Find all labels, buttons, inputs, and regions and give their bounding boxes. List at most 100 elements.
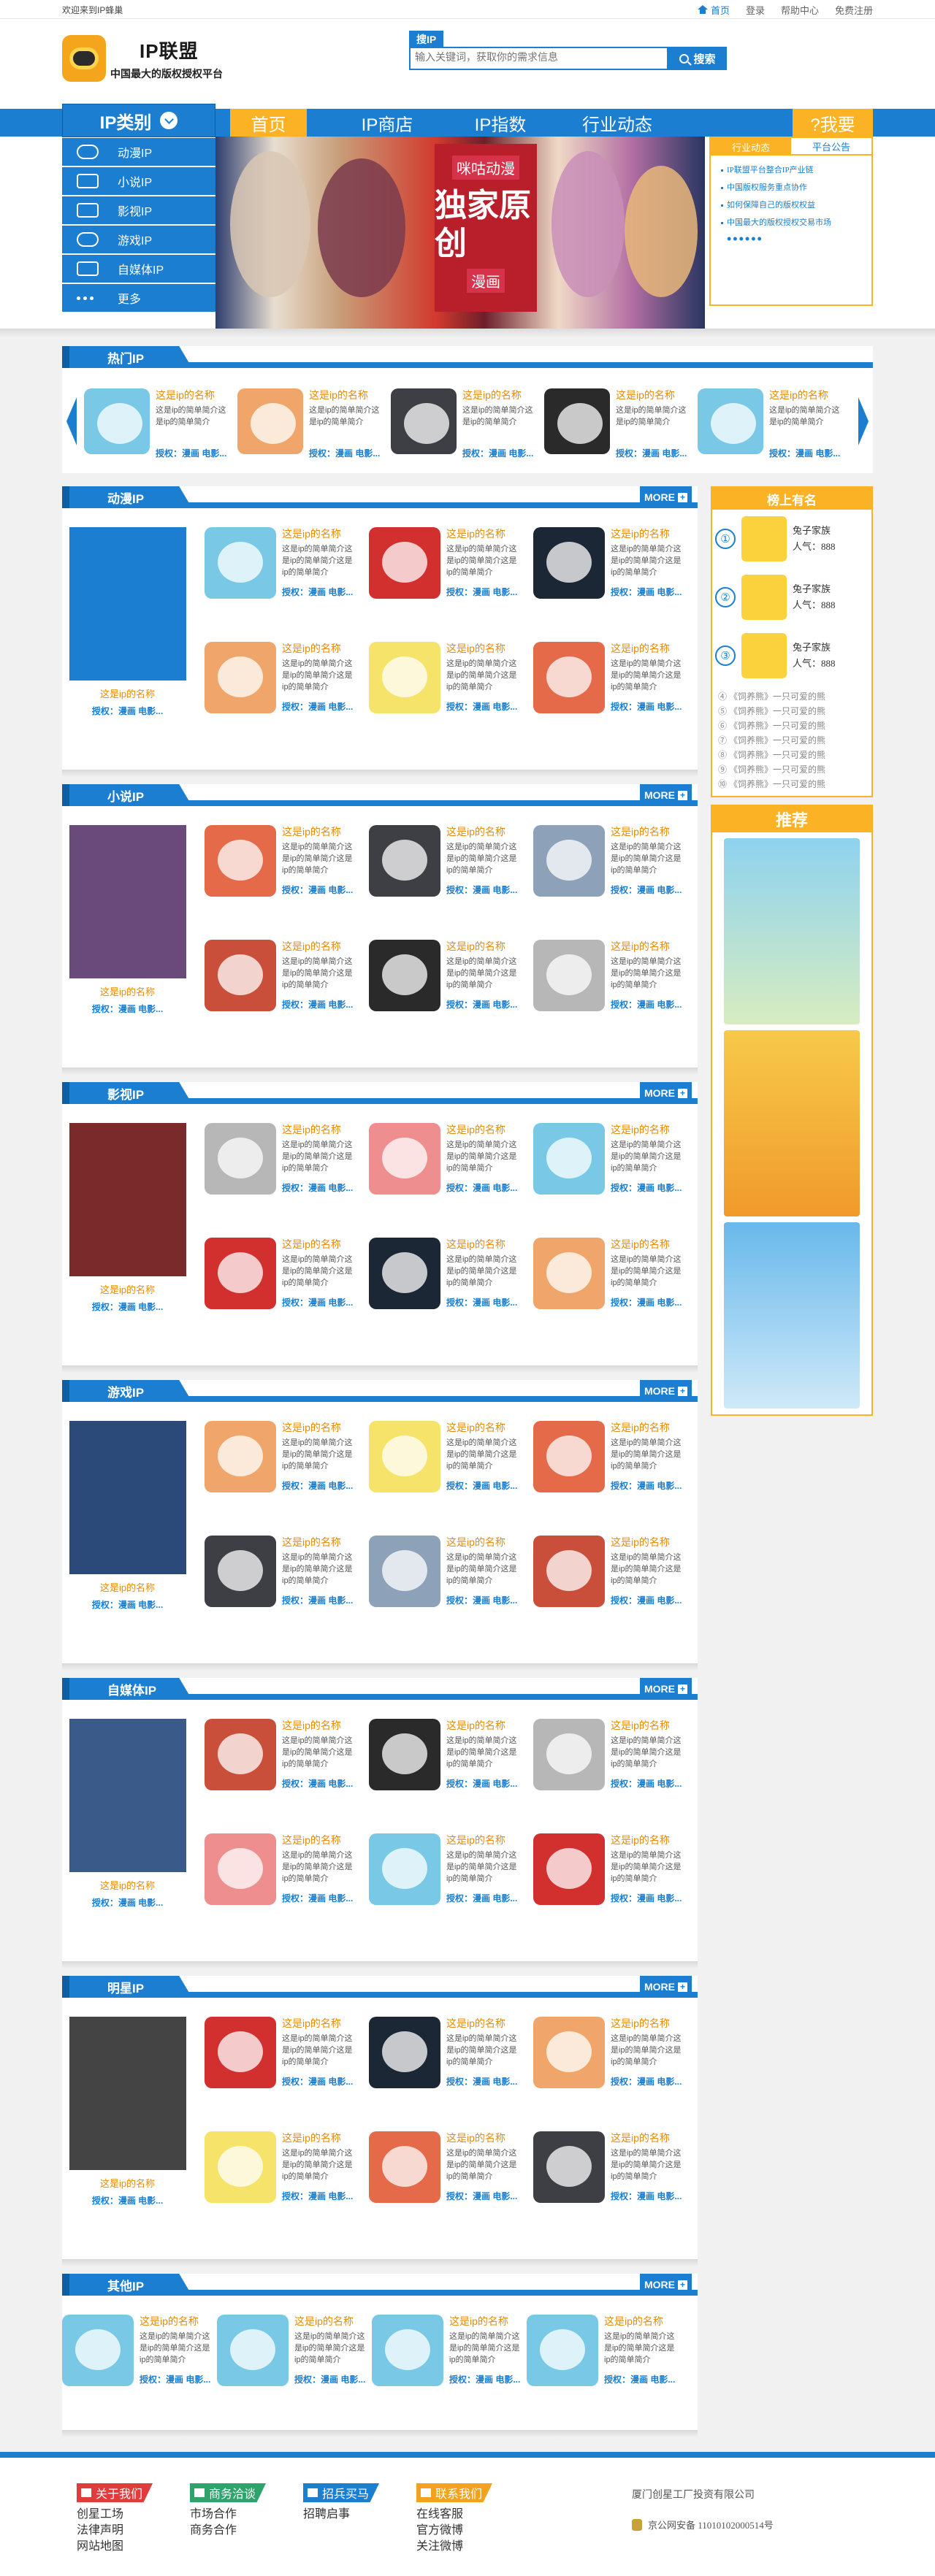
ip-name[interactable]: 这是ip的名称 [282,825,355,838]
ip-thumbnail[interactable] [205,527,276,599]
ip-card[interactable]: 这是ip的名称 这是ip的简单简介这是ip的简单简介这是ip的简单简介 授权：漫画 … [533,2131,698,2246]
featured-ip-name[interactable]: 这是ip的名称 [100,1282,155,1296]
ip-card[interactable]: 这是ip的名称 这是ip的简单简介这是ip的简单简介这是ip的简单简介 授权：漫画 … [205,2131,369,2246]
footer-link[interactable]: 创星工场 [77,2507,153,2523]
more-button[interactable]: MORE + [640,1678,692,1700]
ip-card[interactable]: 这是ip的名称 这是ip的简单简介这是ip的简单简介这是ip的简单简介 授权：漫画 … [369,1421,533,1536]
ip-card[interactable]: 这是ip的名称 这是ip的简单简介这是ip的简单简介 授权：漫画 电影... [391,388,544,459]
ip-name[interactable]: 这是ip的名称 [611,1421,684,1434]
ip-thumbnail[interactable] [533,825,605,897]
rank-small-item[interactable]: ⑤ 《饲养熊》一只可爱的熊 [718,704,866,718]
ip-thumbnail[interactable] [369,940,440,1011]
ip-name[interactable]: 这是ip的名称 [446,1719,519,1732]
ip-card[interactable]: 这是ip的名称 这是ip的简单简介这是ip的简单简介这是ip的简单简介 授权：漫画 … [205,1536,369,1650]
category-media[interactable]: 自媒体IP [62,255,215,283]
ip-thumbnail[interactable] [369,1123,440,1195]
featured-ip[interactable]: 这是ip的名称 授权：漫画 电影... [68,2017,187,2246]
arrow-left-icon[interactable] [66,397,77,445]
recommend-image[interactable] [724,838,860,1024]
search-input[interactable] [409,47,668,70]
featured-ip-image[interactable] [69,1421,186,1574]
ip-thumbnail[interactable] [205,2131,276,2203]
rank-image[interactable] [741,574,787,620]
nav-ip-store[interactable]: IP商店 [332,109,442,137]
footer-link[interactable]: 市场合作 [190,2507,266,2523]
ip-name[interactable]: 这是ip的名称 [611,1719,684,1732]
more-button[interactable]: MORE + [640,1082,692,1104]
ip-card[interactable]: 这是ip的名称 这是ip的简单简介这是ip的简单简介这是ip的简单简介 授权：漫画 … [533,1833,698,1948]
ip-card[interactable]: 这是ip的名称 这是ip的简单简介这是ip的简单简介这是ip的简单简介 授权：漫画 … [369,825,533,940]
news-more-dots[interactable]: •••••• [711,231,871,247]
ip-name[interactable]: 这是ip的名称 [282,1536,355,1549]
nav-industry-news[interactable]: 行业动态 [559,109,676,137]
ip-card[interactable]: 这是ip的名称 这是ip的简单简介这是ip的简单简介这是ip的简单简介 授权：漫画 … [372,2315,527,2417]
featured-ip-name[interactable]: 这是ip的名称 [100,1878,155,1892]
ip-thumbnail[interactable] [369,1833,440,1905]
ip-card[interactable]: 这是ip的名称 这是ip的简单简介这是ip的简单简介这是ip的简单简介 授权：漫画 … [369,2131,533,2246]
rank-small-item[interactable]: ④ 《饲养熊》一只可爱的熊 [718,689,866,704]
news-item[interactable]: 如何保障自己的版权权益 [721,196,866,214]
ip-name[interactable]: 这是ip的名称 [282,1421,355,1434]
ip-thumbnail[interactable] [205,1421,276,1492]
logo[interactable]: IP联盟 中国最大的版权授权平台 [62,35,223,82]
ip-card[interactable]: 这是ip的名称 这是ip的简单简介这是ip的简单简介这是ip的简单简介 授权：漫画 … [533,2017,698,2131]
ip-name[interactable]: 这是ip的名称 [282,1123,355,1136]
ip-thumbnail[interactable] [369,1719,440,1790]
rank-image[interactable] [741,632,787,678]
ip-name[interactable]: 这是ip的名称 [446,527,519,540]
ip-card[interactable]: 这是ip的名称 这是ip的简单简介这是ip的简单简介这是ip的简单简介 授权：漫画 … [369,1238,533,1352]
ip-name[interactable]: 这是ip的名称 [611,940,684,953]
rank-image[interactable] [741,515,787,561]
news-item[interactable]: 中国最大的版权授权交易市场 [721,214,866,231]
ip-thumbnail[interactable] [205,825,276,897]
ip-thumbnail[interactable] [62,2315,134,2386]
search-tab[interactable]: 搜IP [409,31,444,47]
ip-name[interactable]: 这是ip的名称 [282,2131,355,2144]
ip-thumbnail[interactable] [391,388,457,454]
ip-card[interactable]: 这是ip的名称 这是ip的简单简介这是ip的简单简介这是ip的简单简介 授权：漫画 … [205,2017,369,2131]
ip-name[interactable]: 这是ip的名称 [282,940,355,953]
news-item[interactable]: 中国版权服务重点协作 [721,179,866,196]
more-button[interactable]: MORE + [640,784,692,806]
footer-link[interactable]: 在线客服 [416,2507,492,2523]
recommend-image[interactable] [724,1222,860,1408]
ip-name[interactable]: 这是ip的名称 [611,1238,684,1251]
category-dropdown[interactable]: IP类别 [62,104,215,137]
more-button[interactable]: MORE + [640,2274,692,2296]
category-novel[interactable]: 小说IP [62,167,215,195]
featured-ip[interactable]: 这是ip的名称 授权：漫画 电影... [68,1123,187,1352]
footer-link[interactable]: 招聘启事 [303,2507,379,2523]
ip-thumbnail[interactable] [369,1536,440,1607]
category-game[interactable]: 游戏IP [62,226,215,253]
featured-ip-image[interactable] [69,1123,186,1276]
footer-link[interactable]: 网站地图 [77,2539,153,2555]
featured-ip-name[interactable]: 这是ip的名称 [100,2176,155,2190]
ip-thumbnail[interactable] [369,1421,440,1492]
ip-card[interactable]: 这是ip的名称 这是ip的简单简介这是ip的简单简介这是ip的简单简介 授权：漫画 … [533,825,698,940]
ip-thumbnail[interactable] [369,1238,440,1309]
tab-platform-notice[interactable]: 平台公告 [791,138,871,156]
ip-card[interactable]: 这是ip的名称 这是ip的简单简介这是ip的简单简介这是ip的简单简介 授权：漫画 … [369,2017,533,2131]
ip-name[interactable]: 这是ip的名称 [282,1833,355,1847]
rank-small-item[interactable]: ⑥ 《饲养熊》一只可爱的熊 [718,718,866,733]
ip-card[interactable]: 这是ip的名称 这是ip的简单简介这是ip的简单简介这是ip的简单简介 授权：漫画 … [527,2315,682,2417]
footer-link[interactable]: 商务合作 [190,2523,266,2539]
ip-name[interactable]: 这是ip的名称 [446,1421,519,1434]
ip-thumbnail[interactable] [205,642,276,713]
recommend-image[interactable] [724,1030,860,1216]
ip-card[interactable]: 这是ip的名称 这是ip的简单简介这是ip的简单简介这是ip的简单简介 授权：漫画 … [62,2315,217,2417]
ip-card[interactable]: 这是ip的名称 这是ip的简单简介这是ip的简单简介 授权：漫画 电影... [544,388,698,459]
ip-card[interactable]: 这是ip的名称 这是ip的简单简介这是ip的简单简介这是ip的简单简介 授权：漫画 … [533,1238,698,1352]
category-film[interactable]: 影视IP [62,196,215,224]
arrow-right-icon[interactable] [858,397,869,445]
ip-card[interactable]: 这是ip的名称 这是ip的简单简介这是ip的简单简介这是ip的简单简介 授权：漫画 … [533,642,698,756]
hero-banner[interactable]: 咪咕动漫 独家原创 漫画 [215,137,705,329]
ip-name[interactable]: 这是ip的名称 [282,1719,355,1732]
ip-card[interactable]: 这是ip的名称 这是ip的简单简介这是ip的简单简介这是ip的简单简介 授权：漫画 … [205,642,369,756]
top-link-login[interactable]: 登录 [746,3,765,17]
ip-card[interactable]: 这是ip的名称 这是ip的简单简介这是ip的简单简介这是ip的简单简介 授权：漫画 … [205,1833,369,1948]
ip-card[interactable]: 这是ip的名称 这是ip的简单简介这是ip的简单简介 授权：漫画 电影... [237,388,391,459]
ip-thumbnail[interactable] [369,642,440,713]
ip-name[interactable]: 这是ip的名称 [611,825,684,838]
ip-thumbnail[interactable] [369,2131,440,2203]
